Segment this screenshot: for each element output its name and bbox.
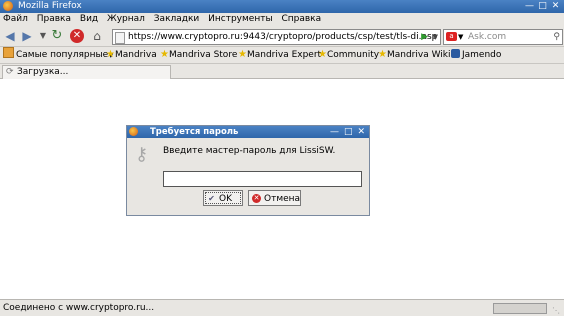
- resize-grip-icon[interactable]: ⋱: [552, 303, 562, 315]
- bookmark-mandriva-wiki[interactable]: ★Mandriva Wiki: [378, 47, 450, 63]
- tab-bar: ⟳ Загрузка...: [0, 64, 564, 79]
- minimize-icon[interactable]: —: [524, 1, 535, 11]
- star-icon: ★: [106, 49, 115, 60]
- stop-icon[interactable]: ✕: [70, 29, 84, 43]
- dialog-window-controls: — □ ✕: [330, 126, 365, 138]
- master-password-field[interactable]: [163, 171, 362, 187]
- close-icon[interactable]: ✕: [357, 126, 365, 138]
- menu-edit[interactable]: Правка: [34, 13, 74, 26]
- bookmark-jamendo[interactable]: Jamendo: [451, 47, 501, 63]
- menu-bar: Файл Правка Вид Журнал Закладки Инструме…: [0, 13, 564, 26]
- menu-bookmarks[interactable]: Закладки: [151, 13, 203, 26]
- bookmark-mandriva-store[interactable]: ★Mandriva Store: [160, 47, 237, 63]
- menu-view[interactable]: Вид: [77, 13, 101, 26]
- history-dropdown-icon[interactable]: ▼: [36, 29, 50, 43]
- bookmark-most-visited[interactable]: Самые популярные▼: [3, 47, 114, 63]
- menu-tools[interactable]: Инструменты: [205, 13, 275, 26]
- firefox-logo-icon: [129, 127, 138, 136]
- maximize-icon[interactable]: □: [344, 126, 353, 138]
- dialog-titlebar: Требуется пароль — □ ✕: [127, 126, 369, 138]
- star-icon: ★: [378, 49, 387, 60]
- url-dropdown-icon[interactable]: ▼: [433, 30, 438, 44]
- status-text: Соединено с www.cryptopro.ru...: [3, 303, 155, 313]
- jamendo-icon: [451, 49, 460, 58]
- page-icon: [115, 32, 125, 44]
- menu-file[interactable]: Файл: [0, 13, 31, 26]
- bookmarks-toolbar: Самые популярные▼ ★Mandriva ★Mandriva St…: [0, 47, 564, 64]
- window-titlebar: Mozilla Firefox — □ ✕: [0, 0, 564, 13]
- bookmark-mandriva-expert[interactable]: ★Mandriva Expert: [238, 47, 321, 63]
- bookmark-mandriva[interactable]: ★Mandriva: [106, 47, 157, 63]
- navigation-toolbar: ◀ ▶ ▼ ↻ ✕ ⌂ https://www.cryptopro.ru:944…: [0, 26, 564, 47]
- firefox-logo-icon: [3, 1, 13, 11]
- dialog-title: Требуется пароль: [150, 127, 239, 137]
- url-field[interactable]: https://www.cryptopro.ru:9443/cryptopro/…: [112, 29, 441, 45]
- forward-icon[interactable]: ▶: [20, 29, 34, 43]
- menu-help[interactable]: Справка: [278, 13, 324, 26]
- tab-loading[interactable]: ⟳ Загрузка...: [2, 65, 171, 79]
- close-icon[interactable]: ✕: [550, 1, 561, 11]
- search-engine-dropdown-icon[interactable]: ▼: [458, 30, 463, 44]
- search-engine-icon[interactable]: a: [446, 32, 457, 41]
- window-title: Mozilla Firefox: [18, 1, 82, 11]
- menu-history[interactable]: Журнал: [104, 13, 148, 26]
- ok-button[interactable]: ✔ OK: [203, 190, 243, 206]
- maximize-icon[interactable]: □: [537, 1, 548, 11]
- minimize-icon[interactable]: —: [330, 126, 339, 138]
- home-icon[interactable]: ⌂: [90, 29, 104, 43]
- url-text: https://www.cryptopro.ru:9443/cryptopro/…: [128, 32, 438, 42]
- star-icon: ★: [238, 49, 247, 60]
- loading-spinner-icon: ⟳: [6, 67, 14, 77]
- window-controls: — □ ✕: [524, 1, 561, 11]
- search-placeholder: Ask.com: [468, 32, 507, 42]
- search-icon[interactable]: ⚲: [553, 30, 560, 44]
- back-icon[interactable]: ◀: [3, 29, 17, 43]
- go-icon[interactable]: ▶: [421, 30, 428, 44]
- cancel-button[interactable]: ✕ Отмена: [248, 190, 301, 206]
- key-icon: ⚷: [135, 144, 149, 165]
- ok-icon: ✔: [208, 194, 215, 203]
- reload-icon[interactable]: ↻: [50, 29, 64, 43]
- bookmark-community[interactable]: ★Community: [318, 47, 379, 63]
- dialog-message: Введите мастер-пароль для LissiSW.: [163, 146, 336, 156]
- password-dialog: Требуется пароль — □ ✕ ⚷ Введите мастер-…: [126, 125, 370, 216]
- star-icon: ★: [318, 49, 327, 60]
- tab-label: Загрузка...: [17, 67, 69, 77]
- status-bar: Соединено с www.cryptopro.ru... ⋱: [0, 299, 564, 316]
- folder-icon: [3, 47, 14, 58]
- progress-bar: [493, 303, 547, 314]
- search-input[interactable]: a ▼ Ask.com ⚲: [443, 29, 563, 45]
- cancel-icon: ✕: [252, 194, 261, 203]
- star-icon: ★: [160, 49, 169, 60]
